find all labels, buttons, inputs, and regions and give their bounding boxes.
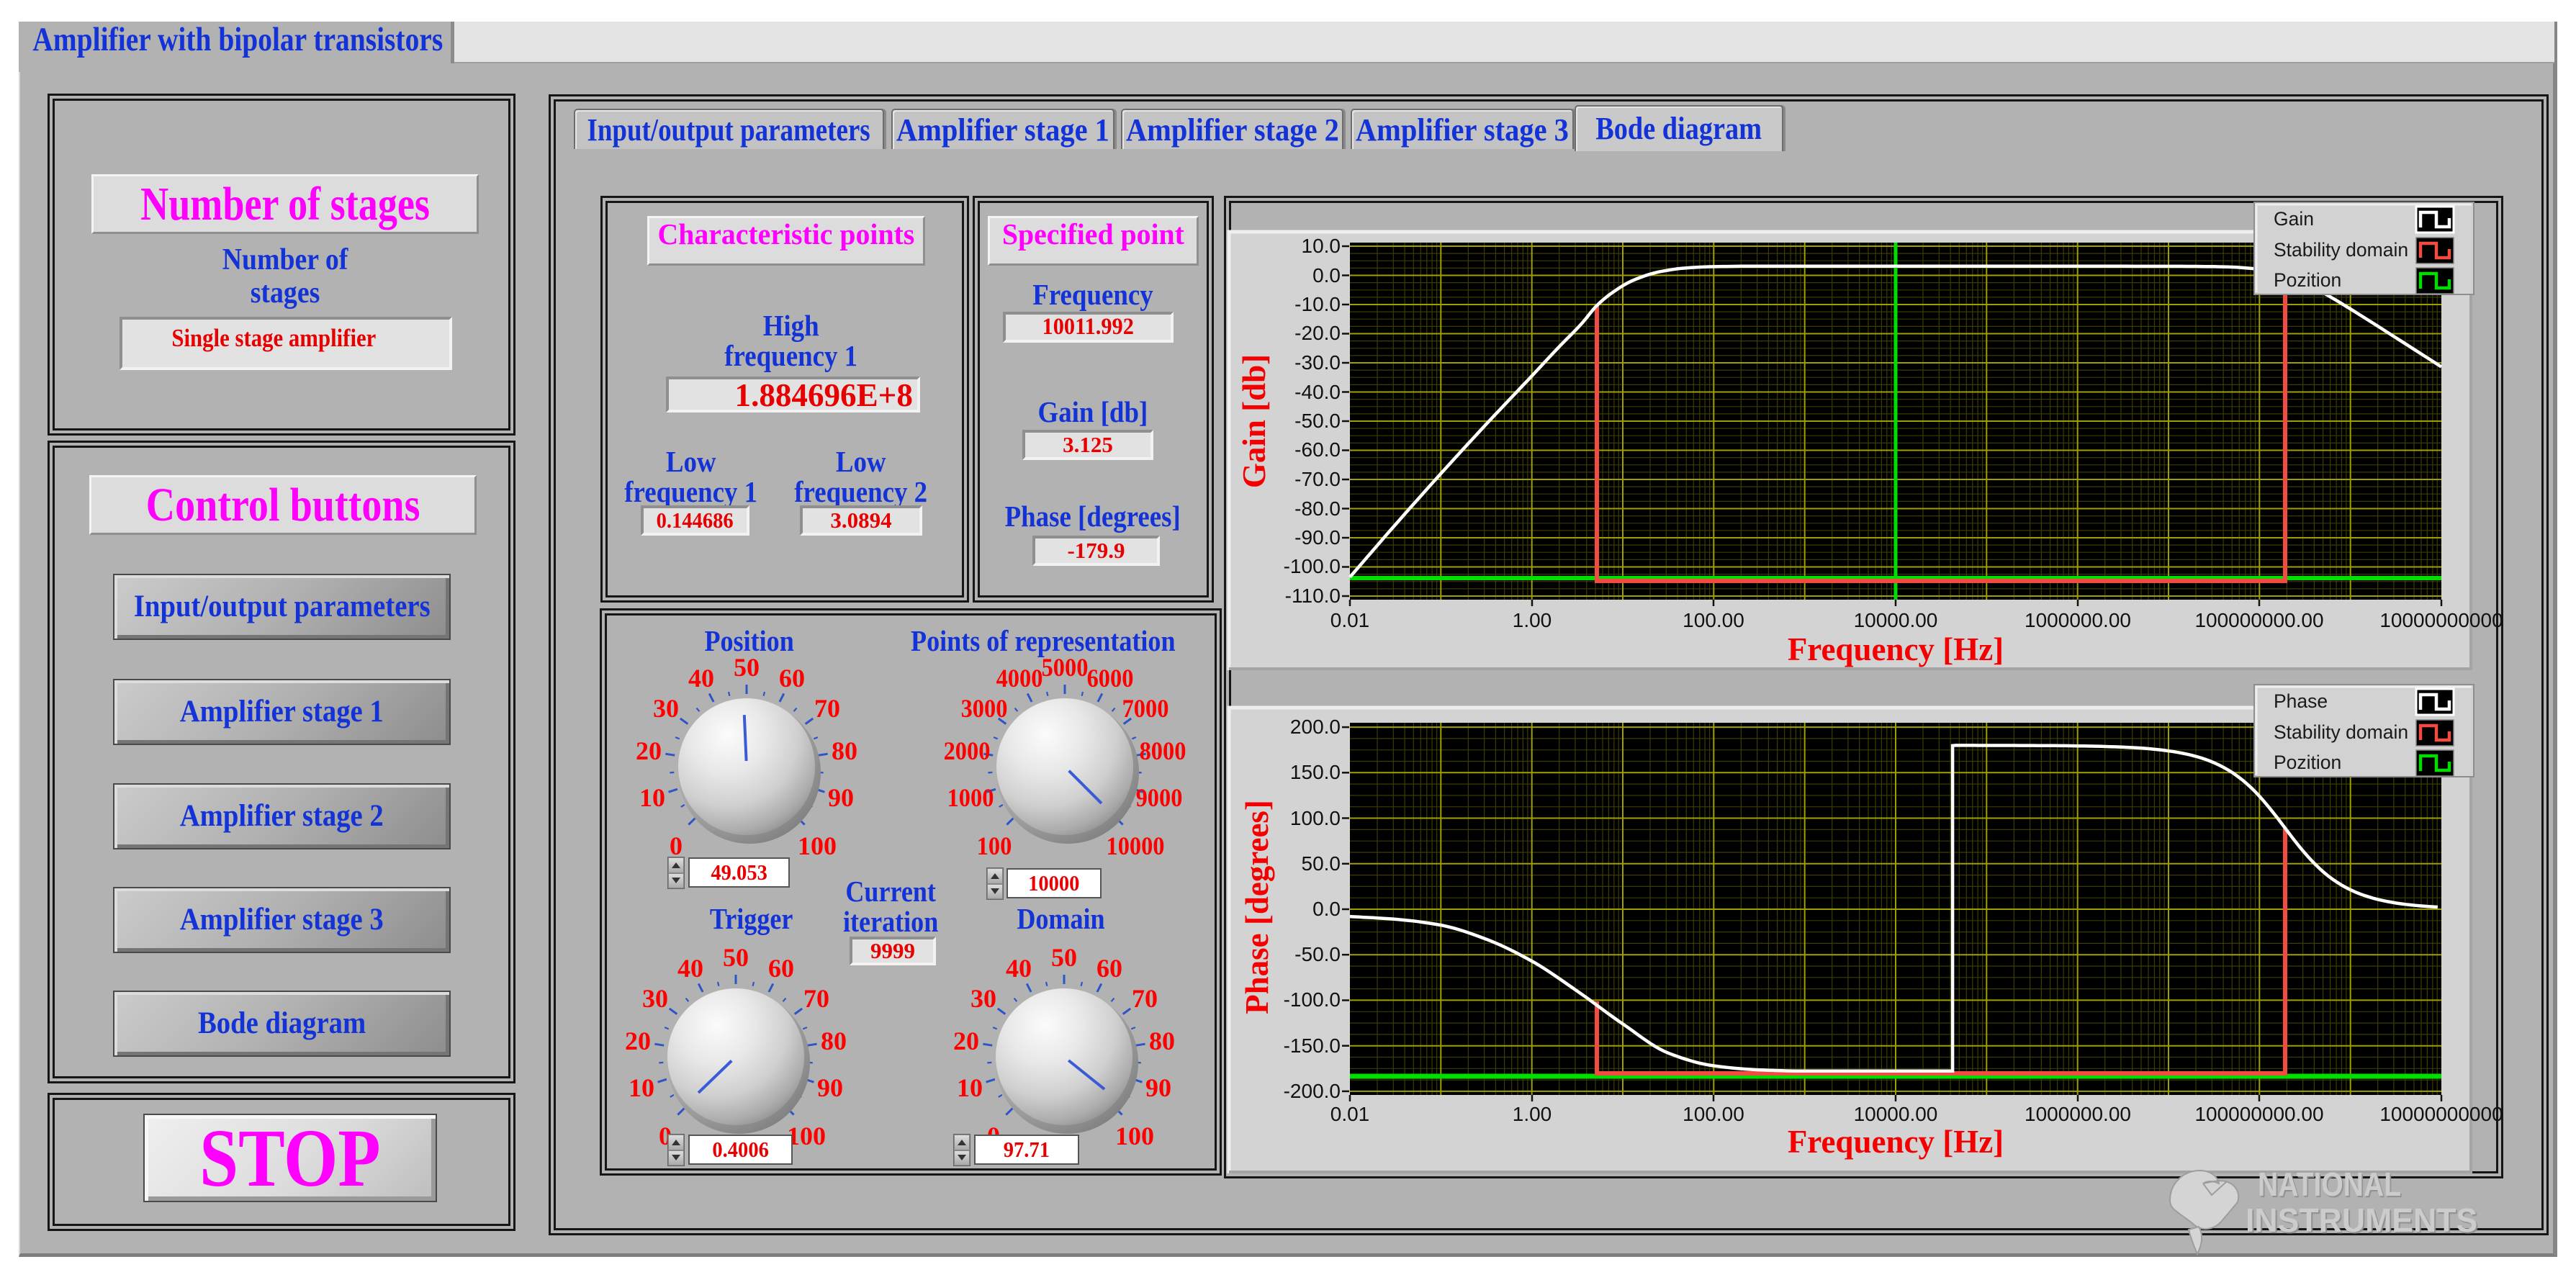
svg-text:10000000000: 10000000000: [2379, 1103, 2503, 1125]
svg-text:90: 90: [828, 783, 854, 812]
svg-text:Gain: Gain: [2274, 208, 2314, 230]
svg-text:40: 40: [1006, 954, 1032, 983]
svg-text:30: 30: [642, 984, 668, 1013]
svg-text:-110.0: -110.0: [1285, 585, 1341, 607]
svg-text:50.0: 50.0: [1302, 852, 1341, 875]
svg-text:9000: 9000: [1136, 783, 1183, 812]
svg-text:0.0: 0.0: [1312, 264, 1341, 287]
svg-text:Stability domain: Stability domain: [2274, 721, 2408, 743]
svg-text:70: 70: [803, 984, 829, 1013]
svg-text:-80.0: -80.0: [1294, 497, 1341, 520]
svg-text:-30.0: -30.0: [1294, 351, 1341, 374]
svg-text:100: 100: [1115, 1122, 1154, 1150]
svg-text:60: 60: [779, 664, 805, 693]
svg-text:90: 90: [817, 1073, 843, 1102]
svg-text:2000: 2000: [944, 736, 991, 765]
svg-text:-50.0: -50.0: [1294, 410, 1341, 432]
svg-text:Phase [degrees]: Phase [degrees]: [1239, 800, 1275, 1014]
svg-text:30: 30: [653, 694, 679, 723]
svg-text:100.0: 100.0: [1290, 807, 1341, 829]
svg-text:60: 60: [1096, 954, 1122, 983]
svg-text:5000: 5000: [1042, 653, 1089, 682]
svg-text:Stability domain: Stability domain: [2274, 239, 2408, 261]
svg-text:10000: 10000: [1107, 831, 1165, 860]
svg-text:-50.0: -50.0: [1294, 943, 1341, 965]
svg-text:Frequency [Hz]: Frequency [Hz]: [1788, 1124, 2004, 1160]
svg-text:20: 20: [953, 1027, 979, 1055]
svg-text:70: 70: [814, 694, 840, 723]
svg-text:150.0: 150.0: [1290, 761, 1341, 783]
svg-text:-40.0: -40.0: [1294, 381, 1341, 403]
svg-text:10.0: 10.0: [1302, 235, 1341, 257]
svg-text:50: 50: [734, 653, 760, 682]
svg-text:80: 80: [821, 1027, 847, 1055]
svg-text:100: 100: [798, 831, 837, 860]
svg-text:10000000000: 10000000000: [2379, 609, 2503, 631]
svg-text:1000000.00: 1000000.00: [2025, 1103, 2131, 1125]
svg-text:20: 20: [625, 1027, 651, 1055]
svg-text:100.00: 100.00: [1683, 609, 1744, 631]
svg-text:0.01: 0.01: [1330, 1103, 1370, 1125]
svg-text:10000.00: 10000.00: [1854, 1103, 1938, 1125]
svg-text:1.00: 1.00: [1513, 1103, 1552, 1125]
svg-text:100: 100: [977, 831, 1012, 860]
svg-text:0: 0: [670, 831, 683, 860]
svg-text:-200.0: -200.0: [1284, 1080, 1341, 1102]
svg-text:-10.0: -10.0: [1294, 293, 1341, 315]
svg-text:6000: 6000: [1087, 664, 1134, 693]
svg-text:10: 10: [629, 1073, 654, 1102]
svg-text:Frequency [Hz]: Frequency [Hz]: [1788, 631, 2004, 667]
svg-text:-100.0: -100.0: [1284, 555, 1341, 577]
svg-text:0.01: 0.01: [1330, 609, 1370, 631]
svg-text:-100.0: -100.0: [1284, 988, 1341, 1011]
svg-text:3000: 3000: [961, 694, 1008, 723]
svg-text:100.00: 100.00: [1683, 1103, 1744, 1125]
svg-text:50: 50: [1051, 943, 1077, 972]
svg-text:Pozition: Pozition: [2274, 752, 2341, 773]
svg-text:70: 70: [1132, 984, 1158, 1013]
svg-text:10: 10: [639, 783, 665, 812]
svg-text:40: 40: [677, 954, 703, 983]
svg-text:10000.00: 10000.00: [1854, 609, 1938, 631]
svg-text:10: 10: [957, 1073, 983, 1102]
svg-text:1.00: 1.00: [1513, 609, 1552, 631]
svg-text:4000: 4000: [996, 664, 1043, 693]
svg-text:8000: 8000: [1140, 736, 1186, 765]
svg-text:40: 40: [688, 664, 714, 693]
svg-text:-150.0: -150.0: [1284, 1034, 1341, 1057]
svg-text:1000: 1000: [947, 783, 994, 812]
svg-text:50: 50: [723, 943, 749, 972]
svg-text:0.0: 0.0: [1312, 898, 1341, 920]
svg-text:Gain [db]: Gain [db]: [1236, 354, 1272, 488]
svg-text:Phase: Phase: [2274, 690, 2328, 712]
svg-text:20: 20: [636, 736, 662, 765]
svg-text:-70.0: -70.0: [1294, 468, 1341, 490]
svg-text:200.0: 200.0: [1290, 716, 1341, 738]
svg-text:60: 60: [768, 954, 794, 983]
svg-text:100000000.00: 100000000.00: [2194, 609, 2323, 631]
svg-text:80: 80: [832, 736, 857, 765]
svg-text:100000000.00: 100000000.00: [2194, 1103, 2323, 1125]
svg-text:7000: 7000: [1122, 694, 1169, 723]
svg-text:80: 80: [1149, 1027, 1175, 1055]
svg-text:100: 100: [787, 1122, 826, 1150]
svg-text:30: 30: [970, 984, 996, 1013]
svg-text:-20.0: -20.0: [1294, 322, 1341, 344]
svg-text:1000000.00: 1000000.00: [2025, 609, 2131, 631]
svg-text:90: 90: [1145, 1073, 1171, 1102]
svg-text:-90.0: -90.0: [1294, 526, 1341, 549]
svg-text:-60.0: -60.0: [1294, 438, 1341, 461]
svg-text:Pozition: Pozition: [2274, 269, 2341, 291]
